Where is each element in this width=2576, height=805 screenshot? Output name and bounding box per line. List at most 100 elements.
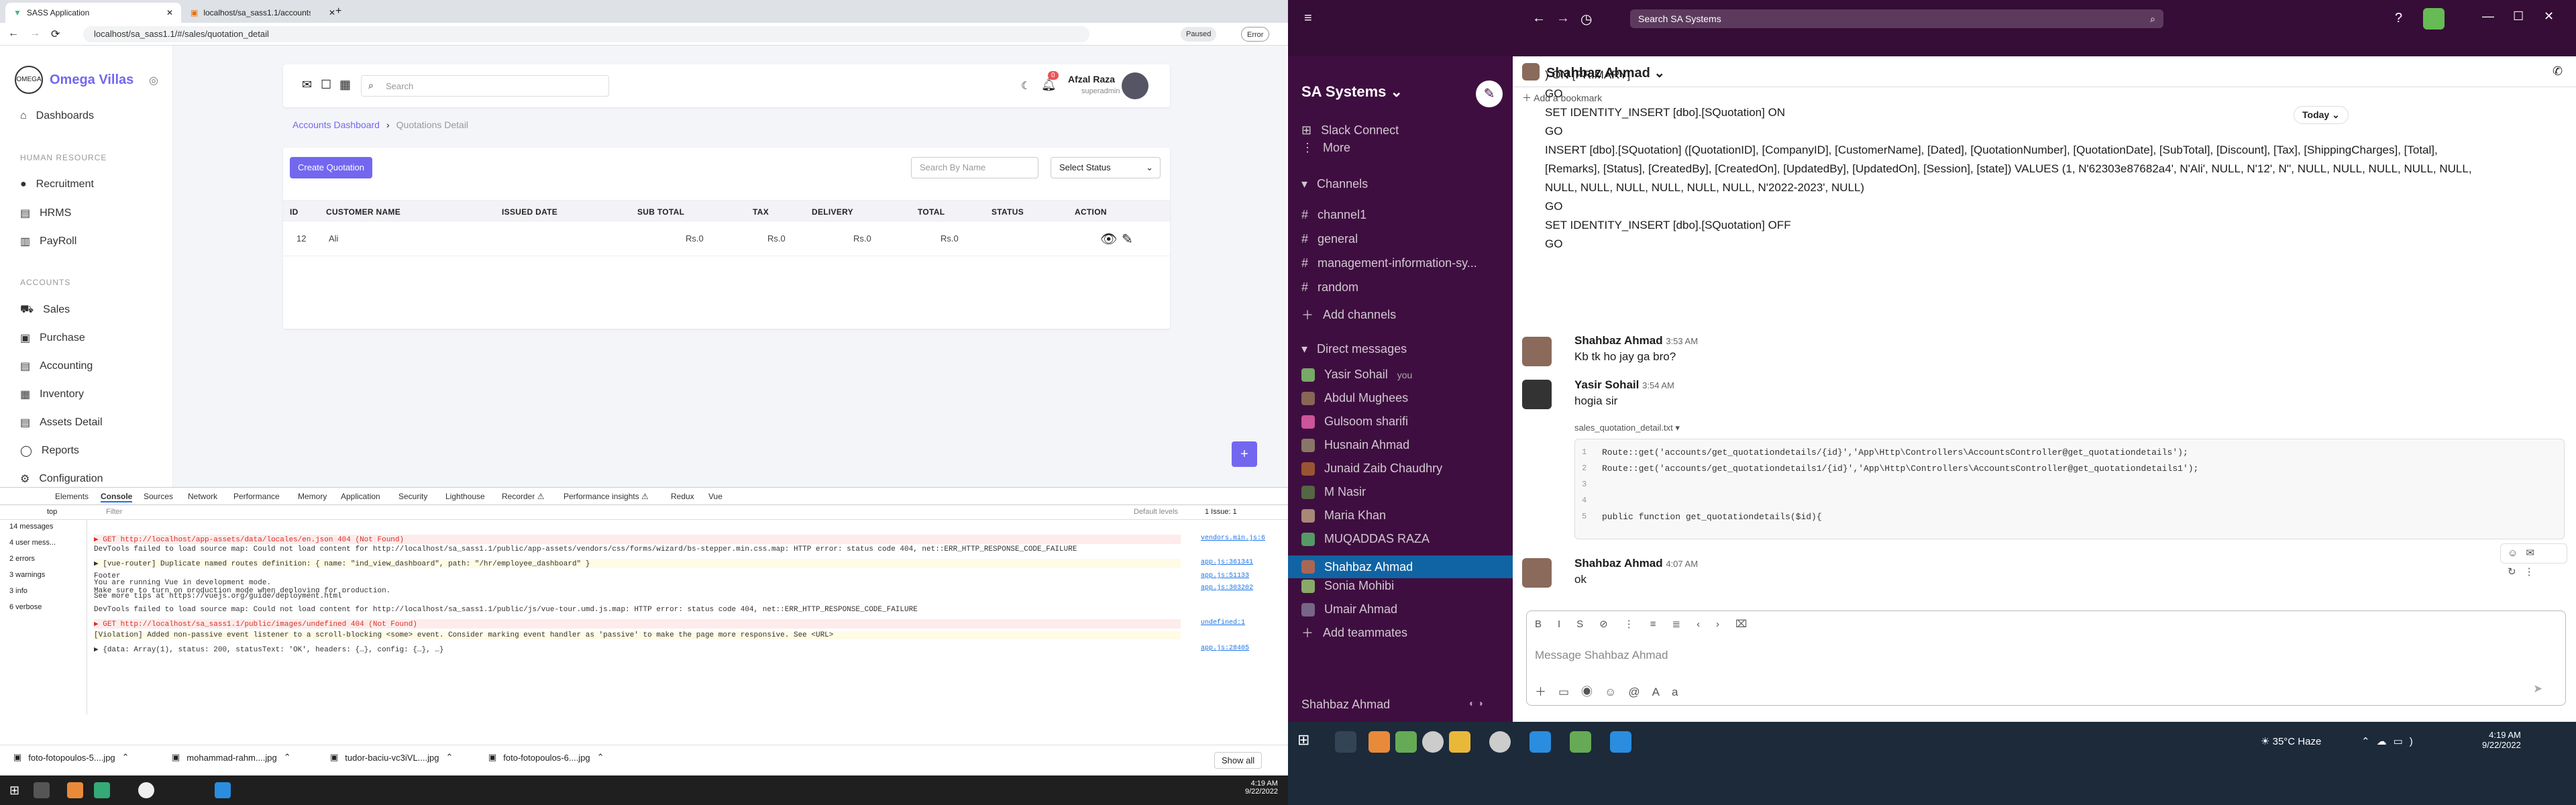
search-input[interactable]: Search SA Systems ⌕ [1630,9,2163,28]
download-item[interactable]: ▣ foto-fotopoulos-5....jpg ⌃ [13,752,129,763]
chevron-up-icon[interactable]: ⌃ [445,752,453,763]
date-divider[interactable]: Today ⌄ [2294,106,2349,124]
devtools-tab[interactable]: Performance insights ⚠ [564,492,649,501]
sidebar-dm[interactable]: Shahbaz Ahmad [1288,555,1513,578]
console-source-link[interactable]: app.js:28405 [1201,645,1249,652]
devtools-tab[interactable]: Recorder ⚠ [502,492,544,501]
mail-icon[interactable]: ✉ [302,78,312,92]
sidebar-dm[interactable]: MUQADDAS RAZA [1301,532,1430,546]
message-author[interactable]: Shahbaz Ahmad [1574,557,1663,570]
sidebar-dm[interactable]: Gulsoom sharifi [1301,415,1408,429]
console-filter-item[interactable]: 6 verbose [9,603,42,611]
sidebar-dm[interactable]: Umair Ahmad [1301,602,1397,616]
issues-badge[interactable]: 1 Issue: 1 [1205,508,1237,516]
console-source-link[interactable]: undefined:1 [1201,619,1245,627]
url-input[interactable]: localhost/sa_sass1.1/#/sales/quotation_d… [83,26,1089,42]
message-author[interactable]: Shahbaz Ahmad [1574,334,1663,347]
channels-header[interactable]: ▾ Channels [1301,177,1368,191]
search-input[interactable]: ⌕ Search [361,75,609,97]
message-author[interactable]: Yasir Sohail [1574,378,1639,391]
tab-sass-app[interactable]: ▼ SASS Application ✕ [5,3,181,23]
windows-icon[interactable]: ⊞ [1297,731,1309,749]
sidebar-dm[interactable]: Maria Khan [1301,508,1386,523]
app-icon[interactable] [1570,731,1591,753]
devtools-tab[interactable]: Redux [671,492,694,501]
nav-payroll[interactable]: ▥ PayRoll [20,235,76,248]
devtools-tab[interactable]: Network [188,492,217,501]
app-icon[interactable] [1610,731,1631,753]
devtools-tab[interactable]: Application [341,492,380,501]
app-icon[interactable] [94,782,110,798]
console-filter-item[interactable]: 14 messages [9,523,53,531]
chevron-up-icon[interactable]: ⌃ [597,752,604,763]
vscode-icon[interactable] [1529,731,1551,753]
download-item[interactable]: ▣ mohammad-rahm....jpg ⌃ [172,752,291,763]
console-source-link[interactable]: app.js:51133 [1201,572,1249,580]
system-tray-icons[interactable]: ⌃☁▭) [2361,735,2420,747]
collapse-icon[interactable]: ◎ [149,74,158,87]
console-filter-item[interactable]: 2 errors [9,555,35,563]
nav-accounting[interactable]: ▤ Accounting [20,360,93,373]
task-view-icon[interactable] [1335,731,1356,753]
bell-icon[interactable]: 🔔︎ [1041,78,1057,92]
calendar-icon[interactable]: ▦ [339,78,351,92]
message-actions[interactable]: ☺✉↻⋮ [2500,543,2567,578]
devtools-tab[interactable]: Performance [233,492,280,501]
app-icon[interactable] [1368,731,1390,753]
weather-widget[interactable]: ☀ 35°C Haze [2261,735,2321,747]
composer-actions[interactable]: ＋▭◉☺@Aa [1535,682,1690,699]
sidebar-channel[interactable]: # management-information-sy... [1301,256,1477,270]
close-icon[interactable]: ✕ [166,8,173,17]
filter-input[interactable]: Filter [106,508,122,516]
compose-icon[interactable]: ✎ [1476,80,1503,107]
reload-icon[interactable]: ⟳ [51,28,60,41]
new-tab-icon[interactable]: + [335,5,341,17]
sidebar-channel[interactable]: # random [1301,280,1358,294]
breadcrumb-root[interactable]: Accounts Dashboard [292,119,380,130]
maximize-icon[interactable]: ☐ [2513,9,2524,23]
app-icon[interactable] [1395,731,1417,753]
search-by-name-input[interactable]: Search By Name [911,157,1038,178]
sidebar-dm[interactable]: Abdul Mughees [1301,391,1408,405]
help-icon[interactable]: ? [2395,11,2402,26]
workspace-name[interactable]: SA Systems ⌄ [1301,83,1403,101]
app-icon[interactable] [67,782,83,798]
sidebar-channel[interactable]: # general [1301,232,1358,246]
devtools-tab[interactable]: Security [398,492,427,501]
history-icon[interactable]: ◷ [1580,11,1592,28]
download-item[interactable]: ▣ foto-fotopoulos-6....jpg ⌃ [488,752,604,763]
headphones-icon[interactable]: ◐ ◑ [1469,698,1483,708]
folder-icon[interactable] [1449,731,1470,753]
menu-icon[interactable]: ≡ [1304,11,1312,26]
dm-header[interactable]: ▾ Direct messages [1301,342,1407,356]
minimize-icon[interactable]: — [2482,9,2494,23]
sidebar-dm[interactable]: Husnain Ahmad [1301,438,1409,452]
nav-slack-connect[interactable]: ⊞ Slack Connect [1301,123,1399,138]
chrome-icon[interactable] [1489,731,1511,753]
forward-icon[interactable]: → [30,28,40,40]
console-source-link[interactable]: app.js:303202 [1201,584,1253,592]
message-input[interactable]: Message Shahbaz Ahmad [1535,649,1668,662]
create-quotation-button[interactable]: Create Quotation [290,157,373,178]
nav-purchase[interactable]: ▣ Purchase [20,331,85,345]
pencil-icon[interactable]: ✎ [1122,231,1133,248]
sidebar-dm[interactable]: M Nasir [1301,485,1366,499]
devtools-tab[interactable]: Lighthouse [445,492,485,501]
moon-icon[interactable]: ☾ [1021,79,1030,93]
avatar[interactable] [2423,8,2445,30]
devtools-tab[interactable]: Vue [708,492,722,501]
phone-icon[interactable]: ✆ [2553,64,2563,78]
levels-select[interactable]: Default levels [1134,508,1178,516]
task-view-icon[interactable] [34,782,50,798]
add-channels-button[interactable]: ＋ Add channels [1301,306,1396,323]
sidebar-channel[interactable]: # channel1 [1301,208,1366,222]
nav-sales[interactable]: ⛟ Sales [20,303,70,317]
chrome-icon[interactable] [1422,731,1444,753]
footer-huddle[interactable]: Shahbaz Ahmad [1301,698,1390,712]
nav-assets[interactable]: ▤ Assets Detail [20,416,103,429]
scroll-to-top-button[interactable]: + [1232,441,1257,467]
console-source-link[interactable]: vendors.min.js:6 [1201,535,1265,542]
send-icon[interactable]: ➤ [2533,682,2542,696]
chrome-icon[interactable] [138,782,154,798]
vscode-icon[interactable] [215,782,231,798]
